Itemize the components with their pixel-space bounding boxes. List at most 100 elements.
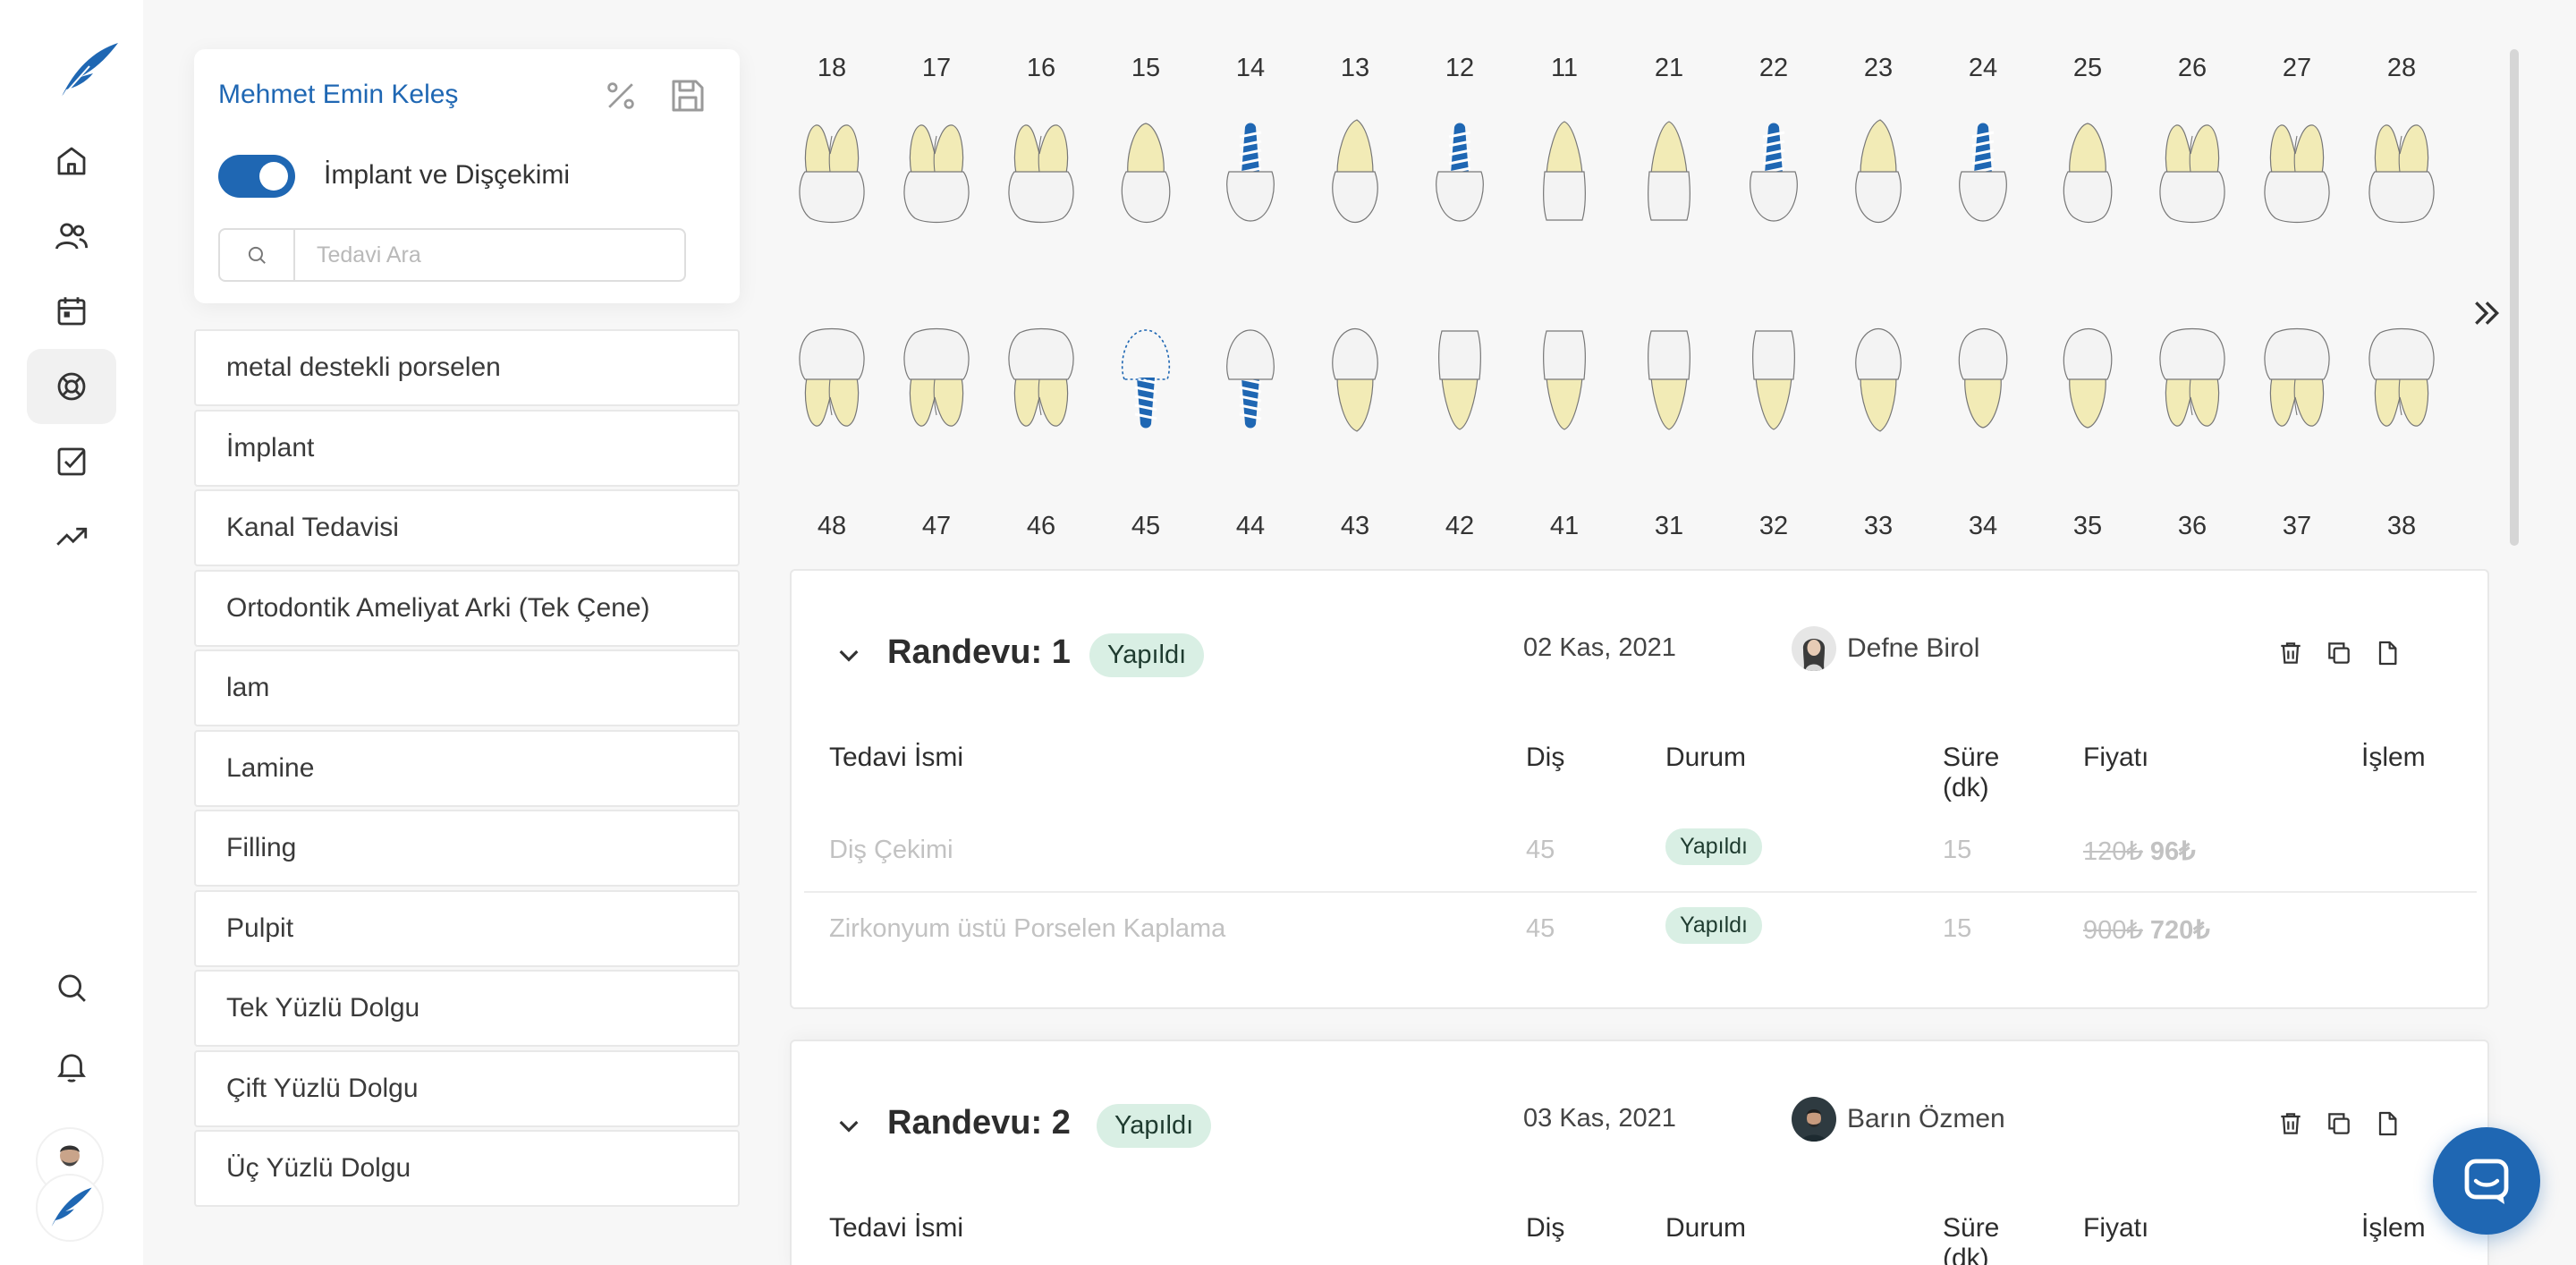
tooth-root bbox=[1651, 378, 1687, 429]
tooth-37[interactable] bbox=[2252, 326, 2342, 433]
tooth-17[interactable] bbox=[892, 118, 981, 225]
treatment-item[interactable]: Tek Yüzlü Dolgu bbox=[194, 970, 740, 1047]
treatment-item[interactable]: Ortodontik Ameliyat Arki (Tek Çene) bbox=[194, 570, 740, 647]
column-header-duration-line1: Süre bbox=[1943, 1213, 1999, 1244]
copy-icon[interactable] bbox=[2325, 639, 2353, 667]
tooth-44[interactable] bbox=[1206, 326, 1295, 433]
treatment-item[interactable]: Çift Yüzlü Dolgu bbox=[194, 1050, 740, 1127]
tooth-number: 11 bbox=[1520, 54, 1609, 83]
user-menu[interactable] bbox=[36, 1127, 107, 1244]
chevron-down-icon[interactable] bbox=[835, 1111, 863, 1140]
table-row[interactable]: Diş Çekimi 45 Yapıldı 15 120₺96₺ bbox=[804, 814, 2477, 893]
nav-treatments[interactable] bbox=[27, 349, 116, 424]
treatment-item[interactable]: metal destekli porselen bbox=[194, 329, 740, 406]
tooth-16[interactable] bbox=[996, 118, 1086, 225]
tooth-crown bbox=[1544, 172, 1586, 220]
tooth-number: 45 bbox=[1101, 512, 1191, 541]
treatment-item[interactable]: Filling bbox=[194, 810, 740, 887]
nav-notifications[interactable] bbox=[27, 1029, 116, 1104]
tooth-crown bbox=[2369, 329, 2434, 380]
tooth-34[interactable] bbox=[1938, 326, 2028, 433]
nav-calendar[interactable] bbox=[27, 274, 116, 349]
treatment-item[interactable]: lam bbox=[194, 649, 740, 726]
tooth-24[interactable] bbox=[1938, 118, 2028, 225]
tooth-45[interactable] bbox=[1101, 326, 1191, 433]
tooth-35[interactable] bbox=[2043, 326, 2132, 433]
discount-percent-icon[interactable] bbox=[601, 76, 640, 115]
chevron-down-icon[interactable] bbox=[835, 641, 863, 669]
treatment-item[interactable]: Kanal Tedavisi bbox=[194, 489, 740, 566]
copy-icon[interactable] bbox=[2325, 1109, 2353, 1138]
chat-launcher-button[interactable] bbox=[2433, 1127, 2540, 1235]
row-tooth: 45 bbox=[1526, 914, 1555, 944]
tooth-crown bbox=[1750, 172, 1798, 221]
treatment-item[interactable]: Lamine bbox=[194, 730, 740, 807]
nav-search[interactable] bbox=[27, 950, 116, 1025]
home-icon bbox=[53, 142, 90, 180]
icon-sidebar bbox=[0, 0, 143, 1265]
treatment-search-input[interactable] bbox=[295, 230, 684, 280]
tooth-root bbox=[1128, 123, 1165, 174]
tooth-47[interactable] bbox=[892, 326, 981, 433]
doctor-name: Defne Birol bbox=[1847, 633, 1979, 664]
tooth-crown bbox=[1856, 172, 1901, 223]
patient-name-link[interactable]: Mehmet Emin Keleş bbox=[218, 80, 458, 110]
tooth-33[interactable] bbox=[1834, 326, 1923, 433]
tooth-12[interactable] bbox=[1415, 118, 1504, 225]
tooth-number: 14 bbox=[1206, 54, 1295, 83]
tooth-25[interactable] bbox=[2043, 118, 2132, 225]
tooth-31[interactable] bbox=[1624, 326, 1714, 433]
implant-extraction-toggle[interactable] bbox=[218, 155, 295, 198]
tooth-36[interactable] bbox=[2148, 326, 2237, 433]
tooth-root bbox=[1756, 378, 1792, 429]
bell-icon bbox=[53, 1048, 90, 1085]
tooth-21[interactable] bbox=[1624, 118, 1714, 225]
treatment-item[interactable]: Pulpit bbox=[194, 890, 740, 967]
tooth-number: 36 bbox=[2148, 512, 2237, 541]
tooth-15[interactable] bbox=[1101, 118, 1191, 225]
tooth-number: 37 bbox=[2252, 512, 2342, 541]
treatment-item[interactable]: Üç Yüzlü Dolgu bbox=[194, 1130, 740, 1207]
scrollbar[interactable] bbox=[2510, 49, 2519, 546]
tooth-42[interactable] bbox=[1415, 326, 1504, 433]
tooth-46[interactable] bbox=[996, 326, 1086, 433]
feather-logo-icon[interactable] bbox=[54, 39, 120, 104]
document-icon[interactable] bbox=[2373, 639, 2402, 667]
tooth-14[interactable] bbox=[1206, 118, 1295, 225]
tooth-27[interactable] bbox=[2252, 118, 2342, 225]
tooth-crown bbox=[2063, 329, 2111, 380]
tooth-28[interactable] bbox=[2357, 118, 2446, 225]
expand-chevron-icon[interactable] bbox=[2469, 295, 2504, 331]
tooth-41[interactable] bbox=[1520, 326, 1609, 433]
tooth-22[interactable] bbox=[1729, 118, 1818, 225]
chat-icon bbox=[2462, 1156, 2512, 1206]
tooth-root bbox=[1546, 122, 1582, 174]
nav-reports[interactable] bbox=[27, 499, 116, 574]
tooth-crown bbox=[1648, 331, 1690, 379]
tooth-48[interactable] bbox=[787, 326, 877, 433]
tooth-18[interactable] bbox=[787, 118, 877, 225]
trash-icon[interactable] bbox=[2276, 639, 2305, 667]
tooth-root bbox=[805, 125, 858, 174]
trash-icon[interactable] bbox=[2276, 1109, 2305, 1138]
tooth-number: 23 bbox=[1834, 54, 1923, 83]
save-icon[interactable] bbox=[666, 74, 709, 117]
treatment-item[interactable]: İmplant bbox=[194, 410, 740, 487]
nav-patients[interactable] bbox=[27, 199, 116, 274]
clinic-avatar[interactable] bbox=[36, 1174, 104, 1242]
tooth-number: 31 bbox=[1624, 512, 1714, 541]
tooth-38[interactable] bbox=[2357, 326, 2446, 433]
document-icon[interactable] bbox=[2373, 1109, 2402, 1138]
tooth-23[interactable] bbox=[1834, 118, 1923, 225]
tooth-11[interactable] bbox=[1520, 118, 1609, 225]
tooth-26[interactable] bbox=[2148, 118, 2237, 225]
table-row[interactable]: Zirkonyum üstü Porselen Kaplama 45 Yapıl… bbox=[804, 893, 2477, 972]
tooth-32[interactable] bbox=[1729, 326, 1818, 433]
nav-home[interactable] bbox=[27, 123, 116, 199]
appointment-card: Randevu: 1 Yapıldı 02 Kas, 2021 Defne Bi… bbox=[790, 569, 2489, 1009]
nav-tasks[interactable] bbox=[27, 424, 116, 499]
tooth-13[interactable] bbox=[1310, 118, 1400, 225]
tooth-root bbox=[2165, 378, 2218, 426]
tooth-root bbox=[2165, 125, 2218, 174]
tooth-43[interactable] bbox=[1310, 326, 1400, 433]
